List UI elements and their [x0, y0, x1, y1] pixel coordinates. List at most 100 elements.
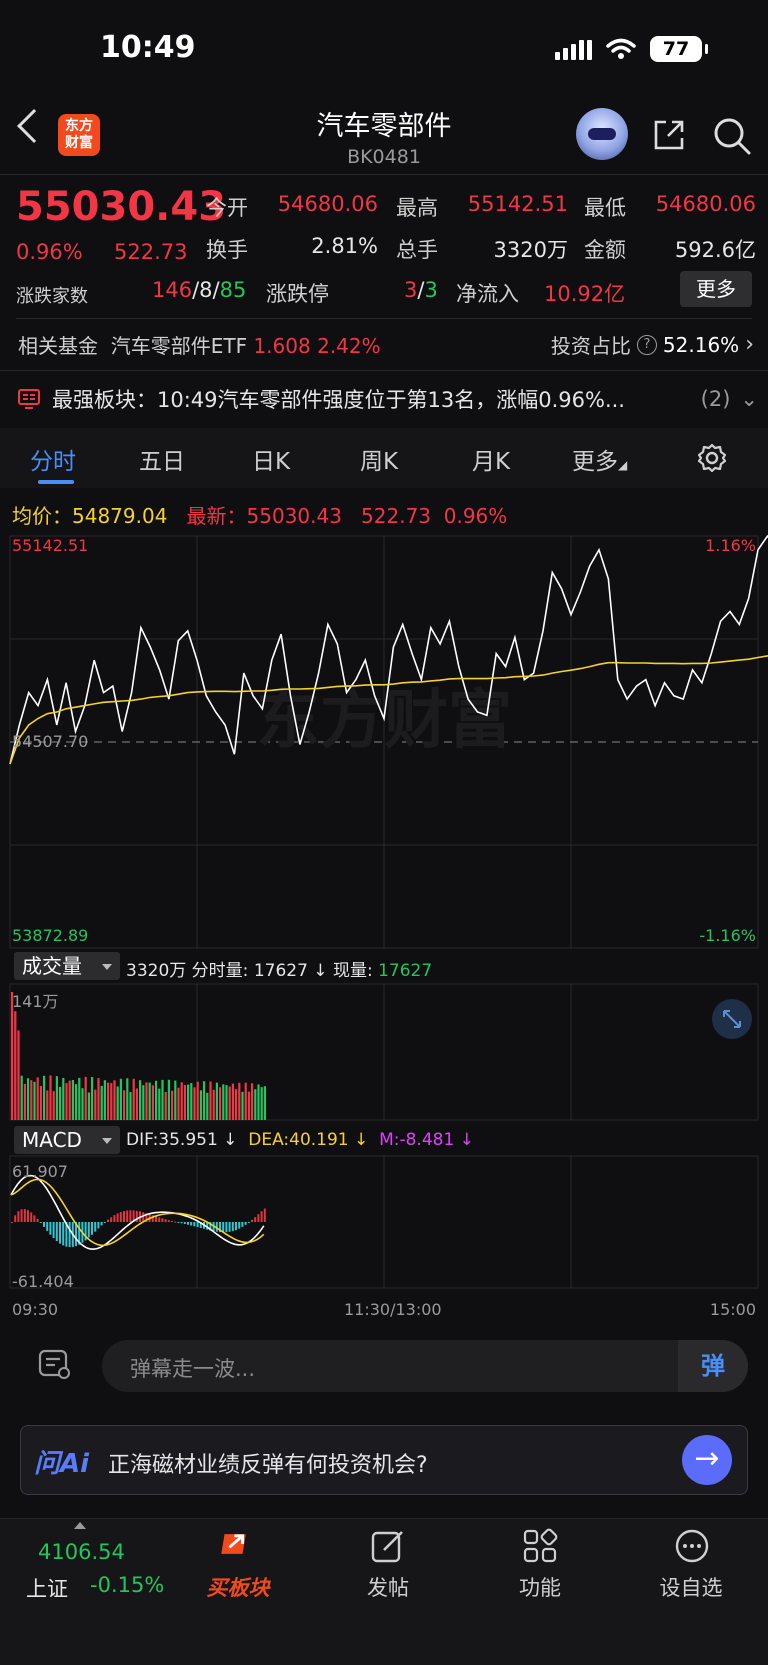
volume-bar — [84, 1076, 87, 1120]
amount-label: 金额 — [584, 238, 626, 262]
volume-bar — [49, 1075, 52, 1120]
help-icon[interactable]: ? — [636, 334, 657, 355]
volume-bar — [145, 1082, 148, 1120]
post-edit-icon[interactable] — [370, 1528, 406, 1564]
macd-bar — [254, 1217, 257, 1222]
chart-info-line: 均价：54879.04 最新：55030.43 522.73 0.96% — [12, 504, 508, 528]
open-label: 今开 — [206, 196, 248, 220]
volume-bar — [257, 1084, 260, 1120]
tab-weekly-k[interactable]: 周K — [360, 442, 398, 476]
axis-bottom-pct: -1.16% — [699, 926, 756, 945]
macd-bar — [129, 1210, 132, 1222]
nav-function[interactable]: 功能 — [495, 1572, 585, 1602]
macd-bar — [123, 1211, 125, 1222]
volume-bar — [164, 1092, 167, 1120]
volume-bar — [94, 1089, 97, 1120]
ai-assistant-avatar[interactable] — [576, 108, 628, 160]
open-value: 54680.06 — [277, 192, 378, 216]
low-value: 54680.06 — [655, 192, 756, 216]
netflow-value: 10.92亿 — [544, 282, 626, 306]
volume-bar — [100, 1085, 103, 1120]
volume-bar — [23, 1083, 26, 1120]
axis-top-pct: 1.16% — [705, 536, 756, 555]
nav-buy-sector[interactable]: 买板块 — [193, 1572, 283, 1602]
volume-bar — [62, 1077, 65, 1120]
related-fund-row[interactable]: 相关基金 汽车零部件ETF 1.608 2.42% — [18, 330, 381, 359]
index-value[interactable]: 4106.54 — [38, 1540, 125, 1564]
axis-bottom-price: 53872.89 — [12, 926, 89, 945]
investment-ratio[interactable]: 投资占比 ? 52.16% › — [551, 330, 754, 359]
wifi-icon — [606, 38, 636, 59]
macd-bar — [263, 1208, 266, 1222]
volume-bar — [260, 1087, 263, 1120]
macd-indicator-select[interactable]: MACD — [14, 1126, 120, 1154]
tab-intraday[interactable]: 分时 — [30, 442, 76, 476]
expand-icon[interactable] — [712, 999, 752, 1039]
volume-bar — [17, 1030, 20, 1120]
battery-icon: 77 — [650, 36, 708, 62]
macd-bar — [155, 1216, 157, 1222]
chart-grid — [9, 535, 759, 1289]
danmaku-placeholder: 弹幕走一波... — [130, 1357, 256, 1381]
macd-bar — [30, 1212, 33, 1222]
volume-bar — [161, 1079, 164, 1120]
volume-bar — [33, 1081, 36, 1120]
volume-bar — [135, 1088, 138, 1120]
nav-post[interactable]: 发帖 — [343, 1572, 433, 1602]
volume-bar — [14, 1011, 17, 1120]
netflow-label: 净流入 — [456, 282, 519, 306]
nav-add-watchlist[interactable]: 设自选 — [646, 1572, 736, 1602]
volume-bar — [107, 1082, 110, 1120]
volume-value: 3320万 — [493, 238, 568, 262]
arrow-right-icon[interactable]: → — [682, 1435, 732, 1485]
volume-bar — [174, 1080, 177, 1120]
volume-bar — [222, 1084, 225, 1120]
monitor-alert-icon — [18, 389, 40, 409]
settings-gear-icon[interactable] — [696, 442, 728, 474]
volume-bar — [247, 1091, 250, 1120]
function-grid-icon[interactable] — [522, 1528, 558, 1564]
tab-monthly-k[interactable]: 月K — [472, 442, 510, 476]
strongest-sector-banner[interactable]: 最强板块：10:49汽车零部件强度位于第13名，涨幅0.96%... (2) ⌄ — [18, 384, 758, 414]
volume-bar — [254, 1089, 257, 1120]
macd-bar — [20, 1209, 23, 1222]
volume-bar — [177, 1087, 180, 1120]
caret-up-icon[interactable] — [74, 1522, 86, 1529]
more-dots-icon[interactable] — [674, 1528, 710, 1564]
index-change[interactable]: -0.15% — [90, 1573, 164, 1597]
volume-bar — [113, 1080, 116, 1120]
macd-bar — [190, 1222, 193, 1226]
macd-bar — [180, 1222, 183, 1224]
search-icon[interactable] — [712, 116, 752, 156]
macd-bar — [257, 1214, 260, 1222]
limit-label: 涨跌停 — [266, 282, 329, 306]
tab-more[interactable]: 更多◢ — [572, 442, 627, 476]
share-icon[interactable] — [652, 118, 686, 152]
macd-bar — [183, 1222, 186, 1224]
breadth-values: 146/8/85 — [152, 278, 247, 302]
volume-bar — [123, 1090, 126, 1120]
buy-sector-icon[interactable] — [218, 1526, 254, 1562]
volume-indicator-select[interactable]: 成交量 — [14, 952, 120, 980]
tab-daily-k[interactable]: 日K — [252, 442, 290, 476]
ai-question-text[interactable]: 正海磁材业绩反弹有何投资机会? — [108, 1447, 428, 1479]
macd-bar — [97, 1222, 100, 1229]
more-button[interactable]: 更多 — [680, 271, 752, 307]
comment-list-icon[interactable] — [38, 1349, 72, 1381]
macd-bar — [161, 1218, 164, 1222]
macd-bar — [52, 1222, 55, 1239]
volume-bar — [235, 1089, 238, 1120]
tab-five-day[interactable]: 五日 — [139, 442, 185, 476]
intraday-chart[interactable]: 东方财富 — [0, 532, 768, 1312]
macd-bar — [55, 1222, 58, 1242]
macd-bar — [241, 1222, 244, 1227]
volume-bar — [167, 1079, 170, 1120]
divider — [16, 318, 752, 319]
macd-bar — [87, 1222, 90, 1238]
change-value: 522.73 — [114, 240, 188, 264]
time-axis-mid: 11:30/13:00 — [344, 1300, 442, 1319]
macd-bar — [174, 1221, 177, 1223]
macd-bar — [251, 1219, 253, 1222]
index-name[interactable]: 上证 — [26, 1573, 68, 1603]
danmaku-toggle-button[interactable]: 弹 — [678, 1340, 748, 1392]
